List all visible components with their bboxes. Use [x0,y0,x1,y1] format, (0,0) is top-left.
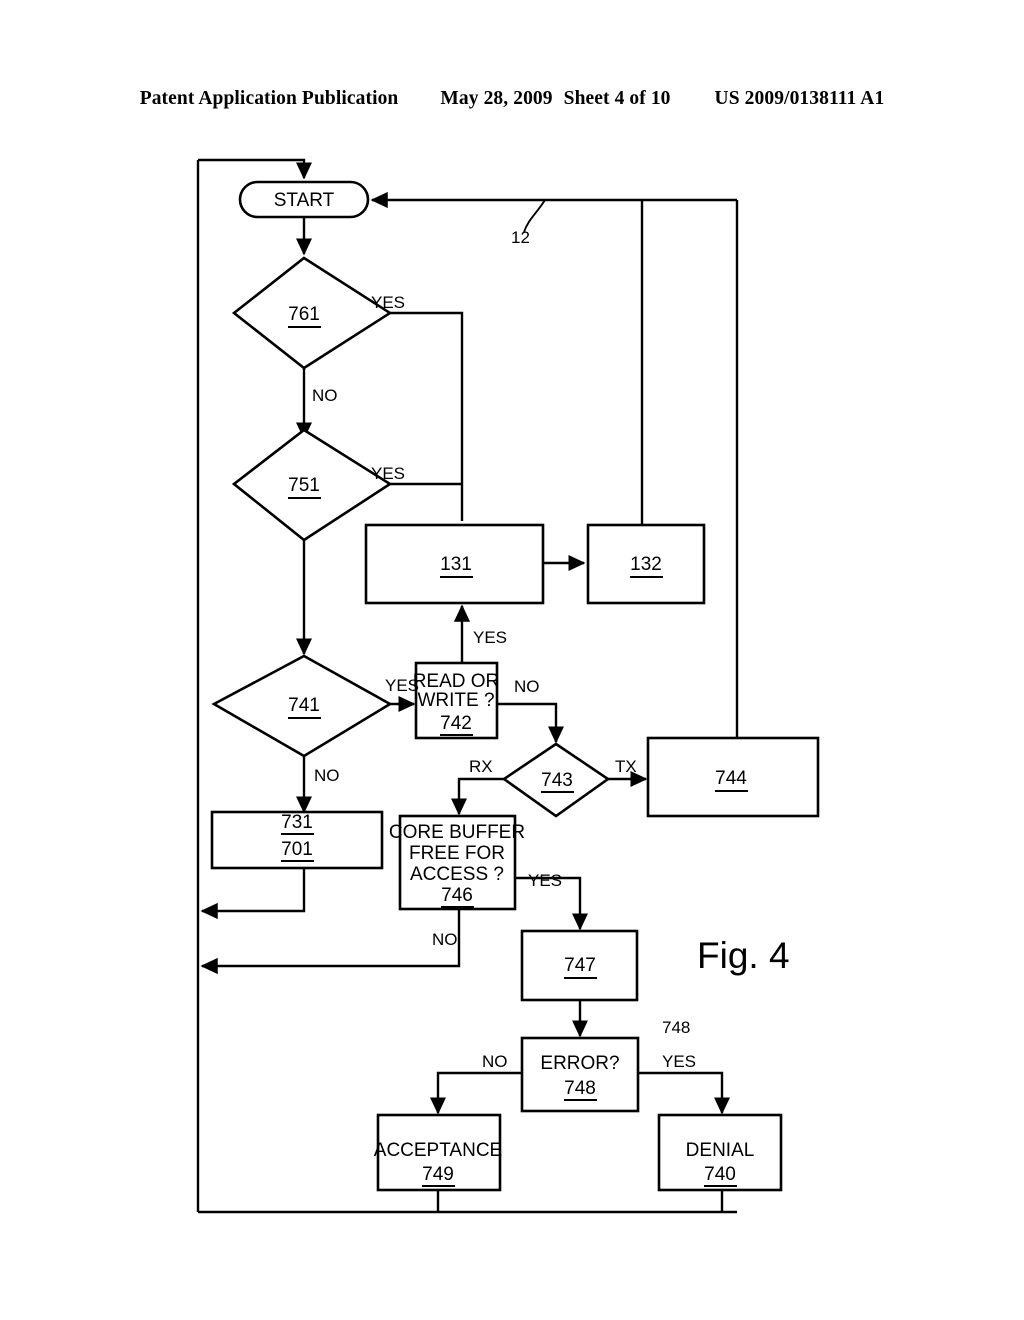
edge-label-742-no: NO [514,677,540,696]
node-742-line2: WRITE ? [417,690,494,711]
edge-label-742-in-yes: YES [473,628,507,647]
node-process-744: 744 [646,736,820,818]
edge-label-741-yes: YES [385,676,419,695]
node-740-ref: 740 [704,1164,736,1185]
edge-742-no-to-743 [497,702,565,744]
node-746-ref: 746 [441,885,473,906]
node-742-ref: 742 [440,713,472,734]
patent-drawing-page: Patent Application Publication May 28, 2… [0,0,1024,1320]
edge-748-yes-to-740 [638,1071,731,1115]
edge-label-741-no: NO [314,766,340,785]
node-748-label: ERROR? [540,1053,619,1074]
node-decision-741: 741 [211,654,393,758]
edge-731-to-return-bus [200,868,306,920]
edge-label-743-rx: RX [469,757,493,776]
node-131-ref: 131 [440,554,472,575]
node-742-line1: READ OR [413,671,500,692]
edge-label-748-no: NO [482,1052,508,1071]
node-743-ref: 743 [541,770,573,791]
edge-746-no-to-return-bus [200,909,461,975]
flowchart-figure: START 761 751 741 131 132 READ OR WRITE … [196,158,820,1214]
node-decision-746: CORE BUFFER FREE FOR ACCESS ? 746 [389,814,525,911]
figure-caption: Fig. 4 [697,935,790,976]
node-start-label: START [274,190,335,211]
node-746-line2: FREE FOR [409,843,505,864]
edge-label-761-no: NO [312,386,338,405]
edge-label-743-tx: TX [615,757,637,776]
node-decision-743: 743 [501,742,611,818]
node-751-ref: 751 [288,475,320,496]
node-process-132: 132 [586,523,706,605]
node-749-ref: 749 [422,1164,454,1185]
node-701-ref: 701 [281,839,313,860]
node-748-ref: 748 [564,1078,596,1099]
node-746-line1: CORE BUFFER [389,822,525,843]
node-decision-748: ERROR? 748 [520,1036,640,1113]
node-132-ref: 132 [630,554,662,575]
node-decision-742: READ OR WRITE ? 742 [413,661,500,740]
node-741-ref: 741 [288,695,320,716]
node-740-label: DENIAL [686,1140,755,1161]
edge-743-rx-to-746 [450,777,504,816]
return-bus-to-start [198,158,313,180]
node-process-731-701: 731 701 [210,810,384,870]
node-746-line3: ACCESS ? [410,864,504,885]
reference-numeral-748: 748 [662,1018,690,1037]
node-process-747: 747 [520,929,639,1002]
node-terminal-749: ACCEPTANCE 749 [374,1113,502,1192]
node-terminal-740: DENIAL 740 [657,1113,783,1192]
node-749-label: ACCEPTANCE [374,1140,502,1161]
node-731-ref: 731 [281,812,313,833]
reference-numeral-12: 12 [511,228,530,247]
node-start: START [238,180,370,219]
node-744-ref: 744 [715,768,747,789]
node-761-ref: 761 [288,304,320,325]
edge-761-yes-to-131 [390,311,464,521]
edge-748-no-to-749 [429,1071,522,1115]
node-process-131: 131 [364,523,545,605]
edge-label-761-yes: YES [371,293,405,312]
edge-label-751-yes: YES [371,464,405,483]
node-decision-751: 751 [231,428,393,542]
node-decision-761: 761 [231,256,393,370]
edge-label-748-yes: YES [662,1052,696,1071]
node-747-ref: 747 [564,955,596,976]
edge-label-746-no: NO [432,930,458,949]
edge-label-746-yes: YES [528,871,562,890]
